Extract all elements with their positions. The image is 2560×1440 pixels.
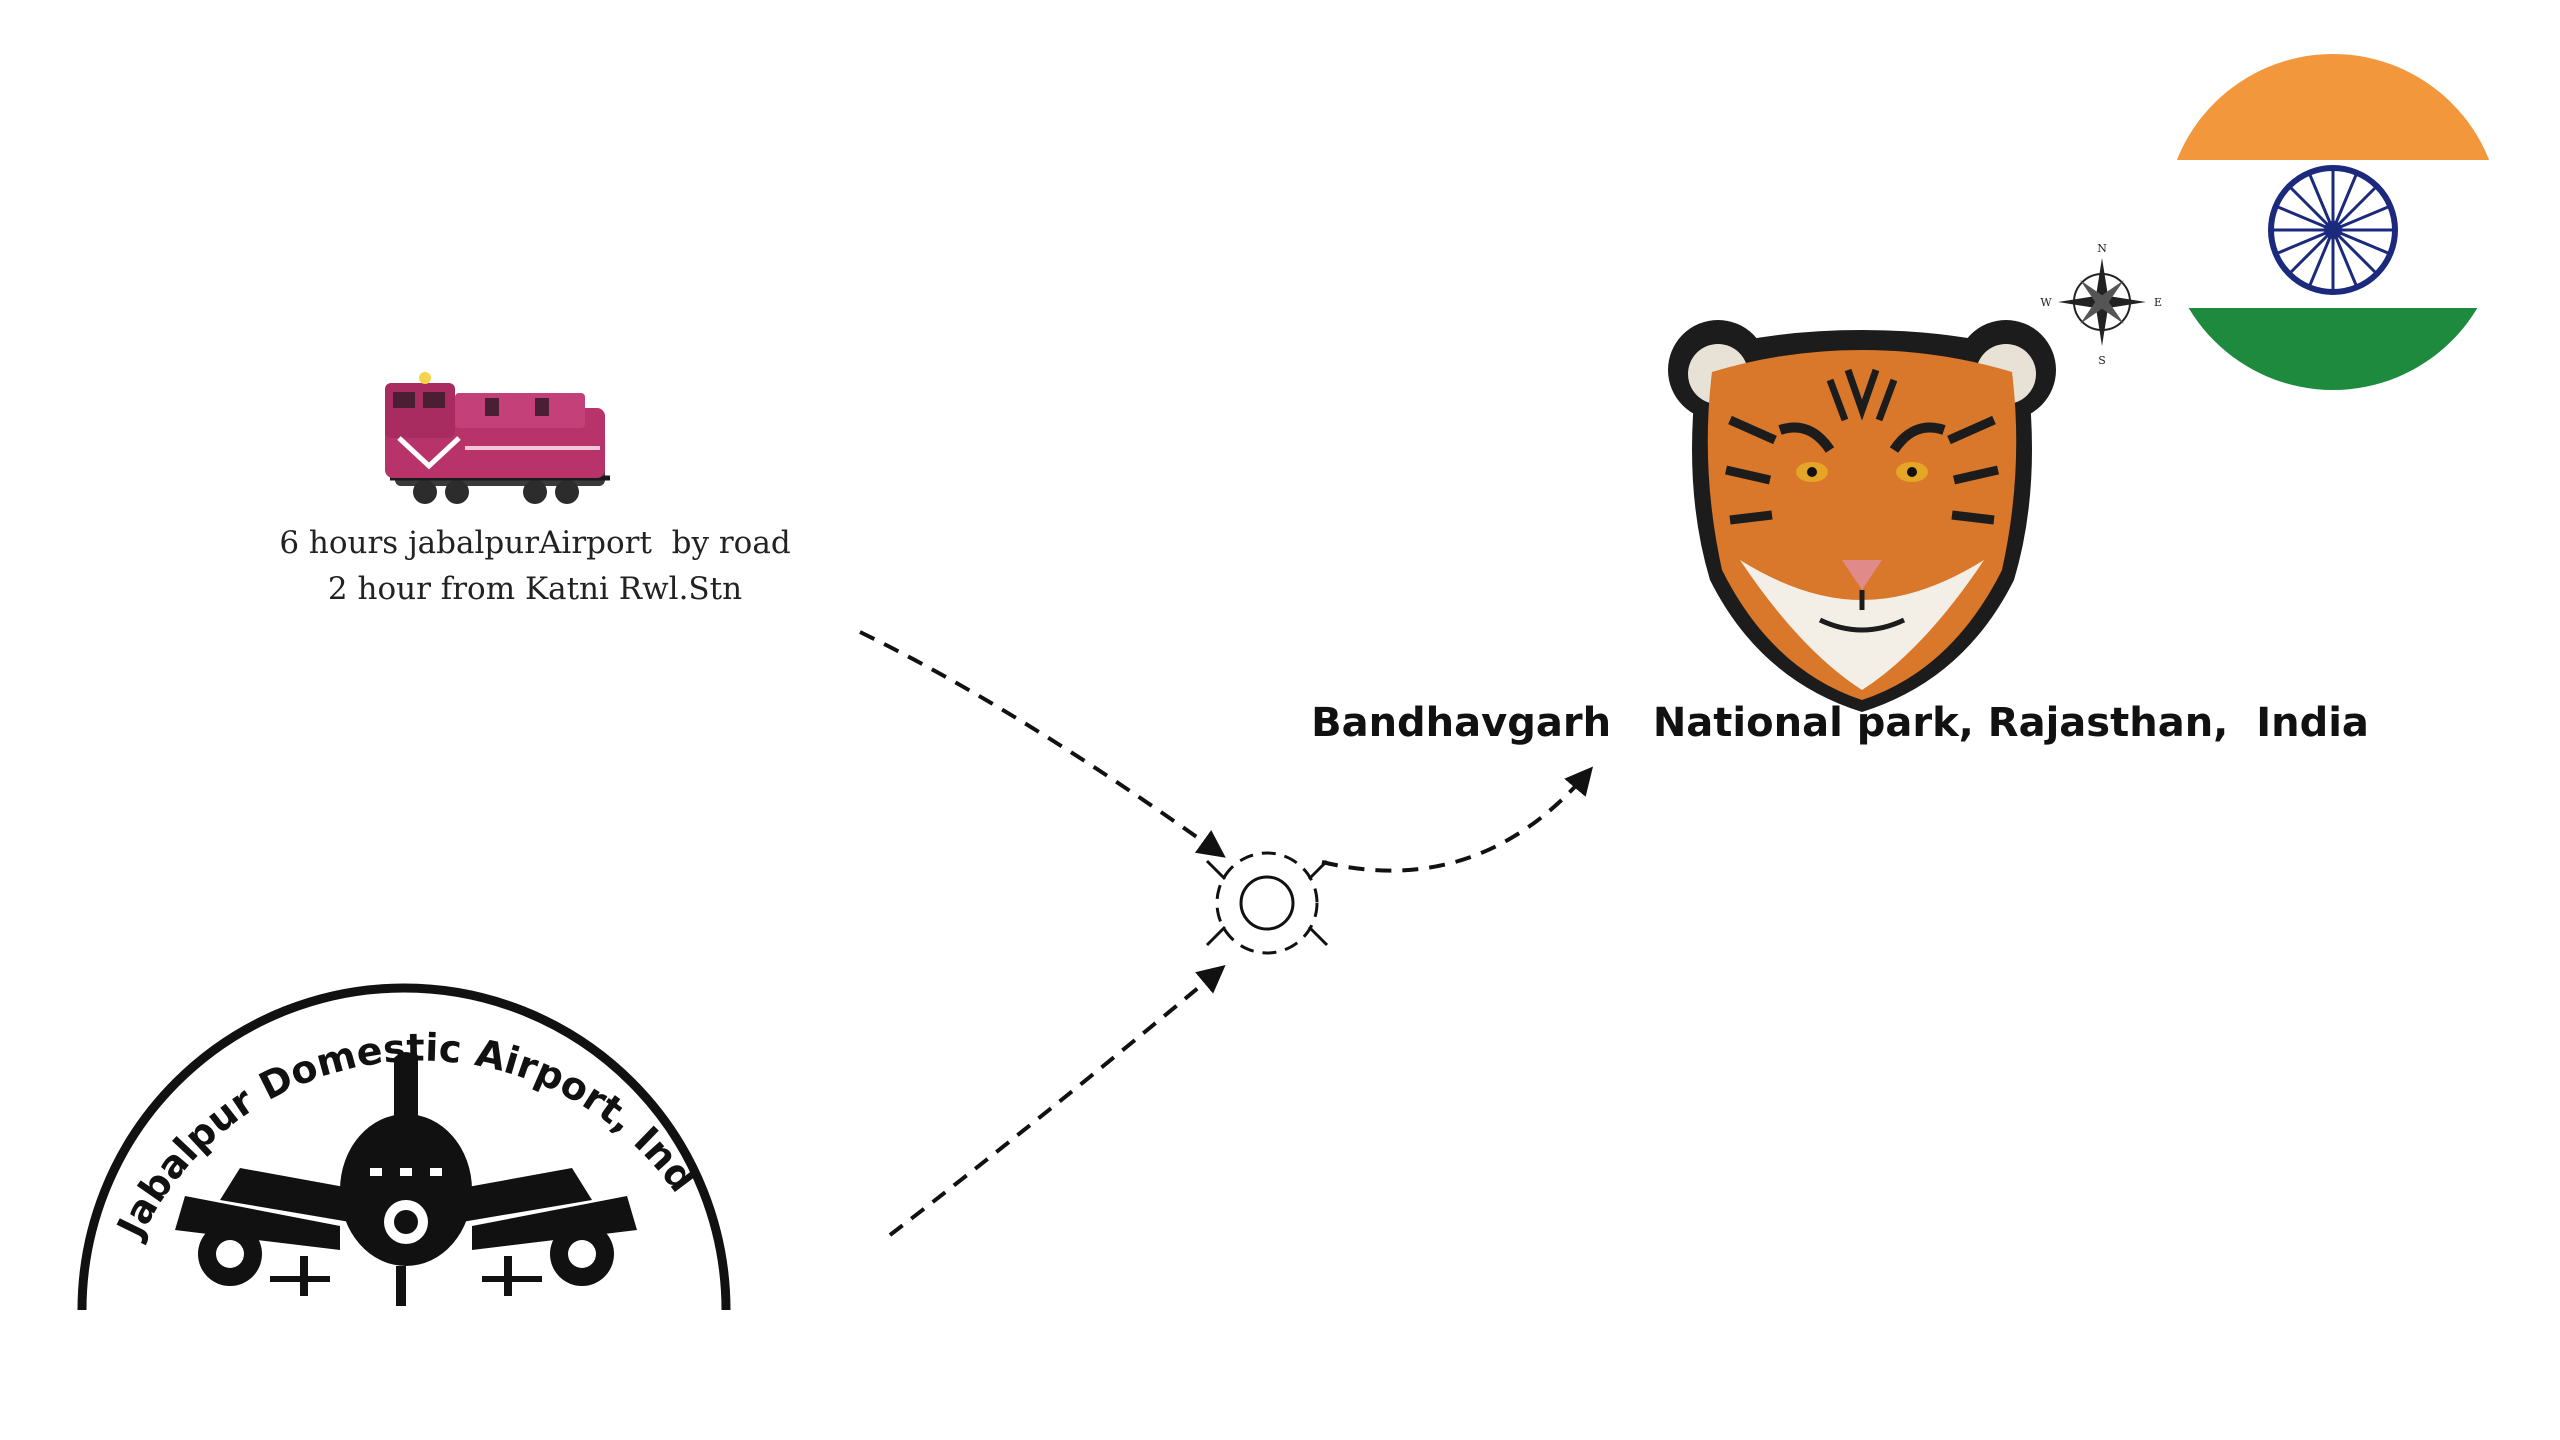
- compass-rose-icon: N E S W: [2040, 242, 2162, 367]
- airport-badge: Jabalpur Domestic Airport, India: [0, 0, 731, 1311]
- rail-caption-line-2: 2 hour from Katni Rwl.Stn: [327, 571, 743, 607]
- compass-e-label: E: [2154, 296, 2162, 309]
- roundabout-icon: [1205, 851, 1329, 955]
- compass-s-label: S: [2098, 354, 2106, 367]
- train-engine-icon: [385, 372, 610, 504]
- india-flag-icon: [2165, 54, 2501, 390]
- destination-route-arrow: [1321, 766, 1594, 873]
- compass-w-label: W: [2040, 296, 2052, 309]
- rail-caption-line-1: 6 hours jabalpurAirport by road: [279, 525, 791, 561]
- compass-n-label: N: [2097, 242, 2107, 255]
- rail-travel-caption: 6 hours jabalpurAirport by road 2 hour f…: [170, 520, 900, 612]
- air-route-arrow: [888, 965, 1226, 1237]
- rail-route-arrow: [859, 630, 1226, 858]
- tiger-head-icon: [1668, 320, 2056, 712]
- destination-label: Bandhavgarh National park, Rajasthan, In…: [1311, 700, 2369, 746]
- airport-badge-text: Jabalpur Domestic Airport, India: [0, 0, 705, 1247]
